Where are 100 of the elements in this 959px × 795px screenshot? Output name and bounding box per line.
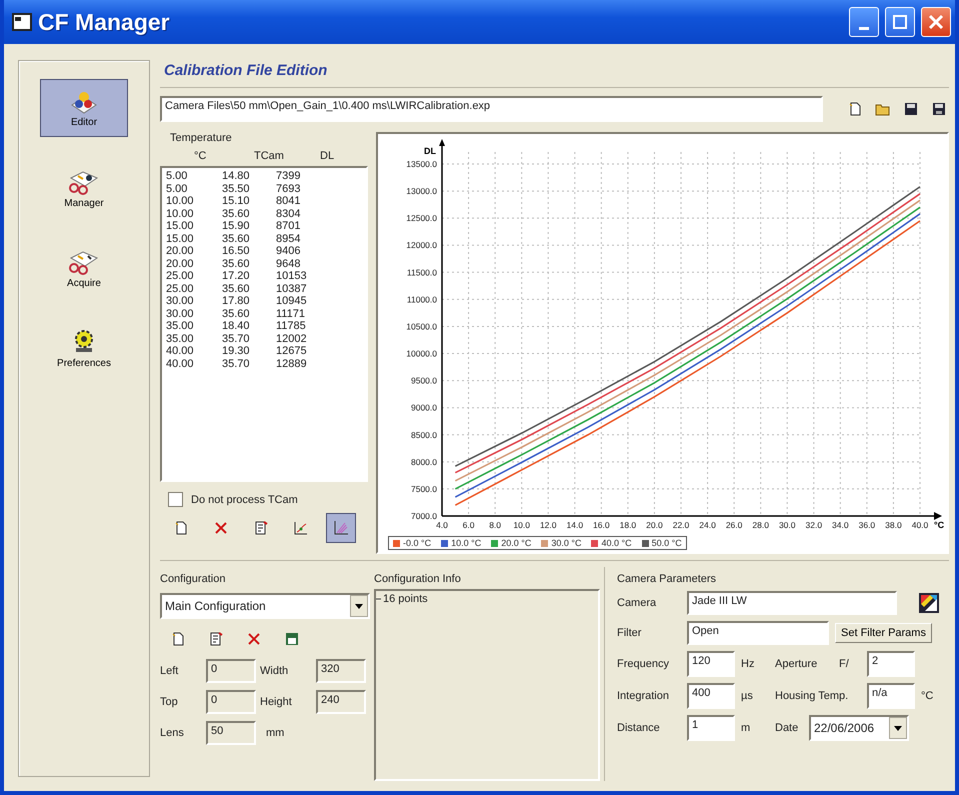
legend-label: 30.0 °C — [551, 538, 582, 548]
list-cell-text: 9406 — [276, 245, 302, 258]
list-cell-text: 10.00 — [166, 208, 195, 220]
x-tick-label: 38.0 — [885, 520, 902, 530]
close-button[interactable] — [921, 7, 951, 37]
x-tick-label: 40.0 — [912, 520, 928, 530]
dropdown-button[interactable] — [889, 717, 907, 739]
app-window-icon — [12, 13, 32, 31]
list-cell-text: 7399 — [276, 170, 302, 182]
list-cell-text: 15.00 — [166, 232, 195, 245]
x-tick-label: 32.0 — [806, 520, 822, 530]
y-tick-label: 12500.0 — [406, 213, 437, 224]
checkbox-label: Do not process TCam — [191, 494, 298, 506]
field-label: Width — [260, 665, 290, 677]
column-header: TCam — [254, 150, 285, 162]
edit-document-icon — [208, 631, 224, 647]
list-cell-text: 7693 — [276, 182, 302, 195]
list-cell-text: 35.60 — [222, 258, 251, 270]
checkbox[interactable] — [168, 492, 183, 507]
curve-fit-icon — [293, 520, 309, 536]
x-tick-label: 18.0 — [620, 520, 636, 530]
minimize-button[interactable] — [849, 7, 879, 37]
unit-label: mm — [265, 727, 286, 739]
x-tick-label: 4.0 — [436, 520, 448, 530]
sidebar-item[interactable]: Manager — [40, 159, 128, 217]
field-label: Height — [260, 696, 293, 708]
legend-label: -0.0 °C — [403, 538, 432, 548]
info-line: 16 points — [383, 593, 428, 605]
text-field[interactable]: 2 — [867, 651, 915, 677]
new-file-icon — [170, 631, 186, 647]
list-cell-text: 25.00 — [166, 270, 195, 282]
text-field[interactable]: Open — [687, 621, 829, 645]
sidebar-item[interactable]: Acquire — [40, 239, 128, 297]
y-tick-label: 11500.0 — [406, 267, 437, 278]
legend-label: 20.0 °C — [501, 538, 532, 548]
color-palette-icon[interactable] — [919, 593, 939, 613]
text-field[interactable]: 120 — [687, 651, 735, 677]
list-cell-text: 10945 — [276, 295, 308, 308]
x-tick-label: 26.0 — [726, 520, 742, 530]
set-filter-params-button[interactable]: Set Filter Params — [835, 623, 932, 643]
unit-label: Hz — [741, 658, 756, 670]
field-label: Aperture — [775, 658, 818, 670]
caret-icon — [355, 604, 363, 608]
legend-label: 50.0 °C — [652, 538, 682, 548]
text-field[interactable]: 400 — [687, 683, 735, 709]
field-label: Filter — [617, 627, 642, 639]
y-tick-label: 12000.0 — [406, 240, 437, 250]
x-tick-label: 22.0 — [672, 520, 690, 530]
sidebar-item[interactable]: Editor — [40, 79, 128, 137]
configuration-dropdown[interactable]: Main Configuration — [160, 593, 370, 619]
temperature-list[interactable] — [160, 166, 368, 482]
text-field[interactable]: n/a — [867, 683, 915, 709]
maximize-button[interactable] — [885, 7, 915, 37]
y-tick-label: 7500.0 — [411, 484, 437, 494]
y-tick-label: 10000.0 — [406, 348, 437, 359]
x-tick-label: 8.0 — [489, 520, 502, 530]
file-path-field[interactable]: Camera Files\50 mm\Open_Gain_1\0.400 ms\LWIRCalibration.exp — [160, 96, 823, 122]
list-cell-text: 35.60 — [222, 232, 251, 245]
list-cell-text: 8954 — [276, 232, 302, 245]
caret-icon — [894, 726, 902, 730]
list-cell-text: 30.00 — [166, 308, 195, 320]
y-tick-label: 13000.0 — [406, 186, 437, 196]
y-tick-label: 11000.0 — [406, 294, 437, 304]
list-cell-text: 40.00 — [166, 345, 195, 358]
list-cell-text: 20.00 — [166, 258, 195, 270]
list-cell-text: 19.30 — [222, 345, 251, 358]
toolbar-button[interactable] — [326, 513, 356, 543]
field-label: Date — [775, 722, 800, 734]
save-icon — [931, 101, 947, 117]
unit-label: °C — [921, 690, 934, 702]
section-title: Calibration File Edition — [160, 60, 949, 88]
close-icon — [928, 14, 944, 30]
dropdown-button[interactable] — [350, 595, 368, 617]
sidebar-item[interactable]: Preferences — [40, 319, 128, 377]
field-label: Left — [160, 665, 180, 677]
list-cell-text: 17.20 — [222, 270, 251, 282]
list-cell-text: 12002 — [276, 332, 308, 345]
field-label: Camera — [617, 597, 658, 609]
date-picker[interactable]: 22/06/2006 — [809, 715, 909, 741]
list-cell-text: 9648 — [276, 258, 302, 270]
x-tick-label: 28.0 — [752, 520, 769, 530]
text-field[interactable]: 1 — [687, 715, 735, 741]
column-header: °C — [194, 150, 208, 162]
new-file-icon — [847, 101, 863, 117]
line-chart-icon — [333, 520, 349, 536]
y-tick-label: 13500.0 — [406, 159, 437, 169]
delete-icon — [213, 520, 229, 536]
y-axis-label: DL — [424, 146, 436, 156]
list-cell-text: 17.80 — [222, 295, 251, 308]
list-cell-text: 5.00 — [166, 182, 188, 195]
list-cell-text: 35.60 — [222, 282, 251, 295]
text-field[interactable]: Jade III LW — [687, 591, 897, 615]
list-cell-text: 11785 — [276, 320, 307, 332]
list-cell-text: 12889 — [276, 358, 308, 370]
list-cell-text: 35.50 — [222, 182, 251, 195]
list-cell-text: 8701 — [276, 220, 302, 232]
legend-label: 40.0 °C — [601, 538, 632, 548]
column-header: DL — [320, 150, 336, 162]
configuration-label: Configuration — [160, 573, 226, 585]
list-cell-text: 35.60 — [222, 308, 251, 320]
